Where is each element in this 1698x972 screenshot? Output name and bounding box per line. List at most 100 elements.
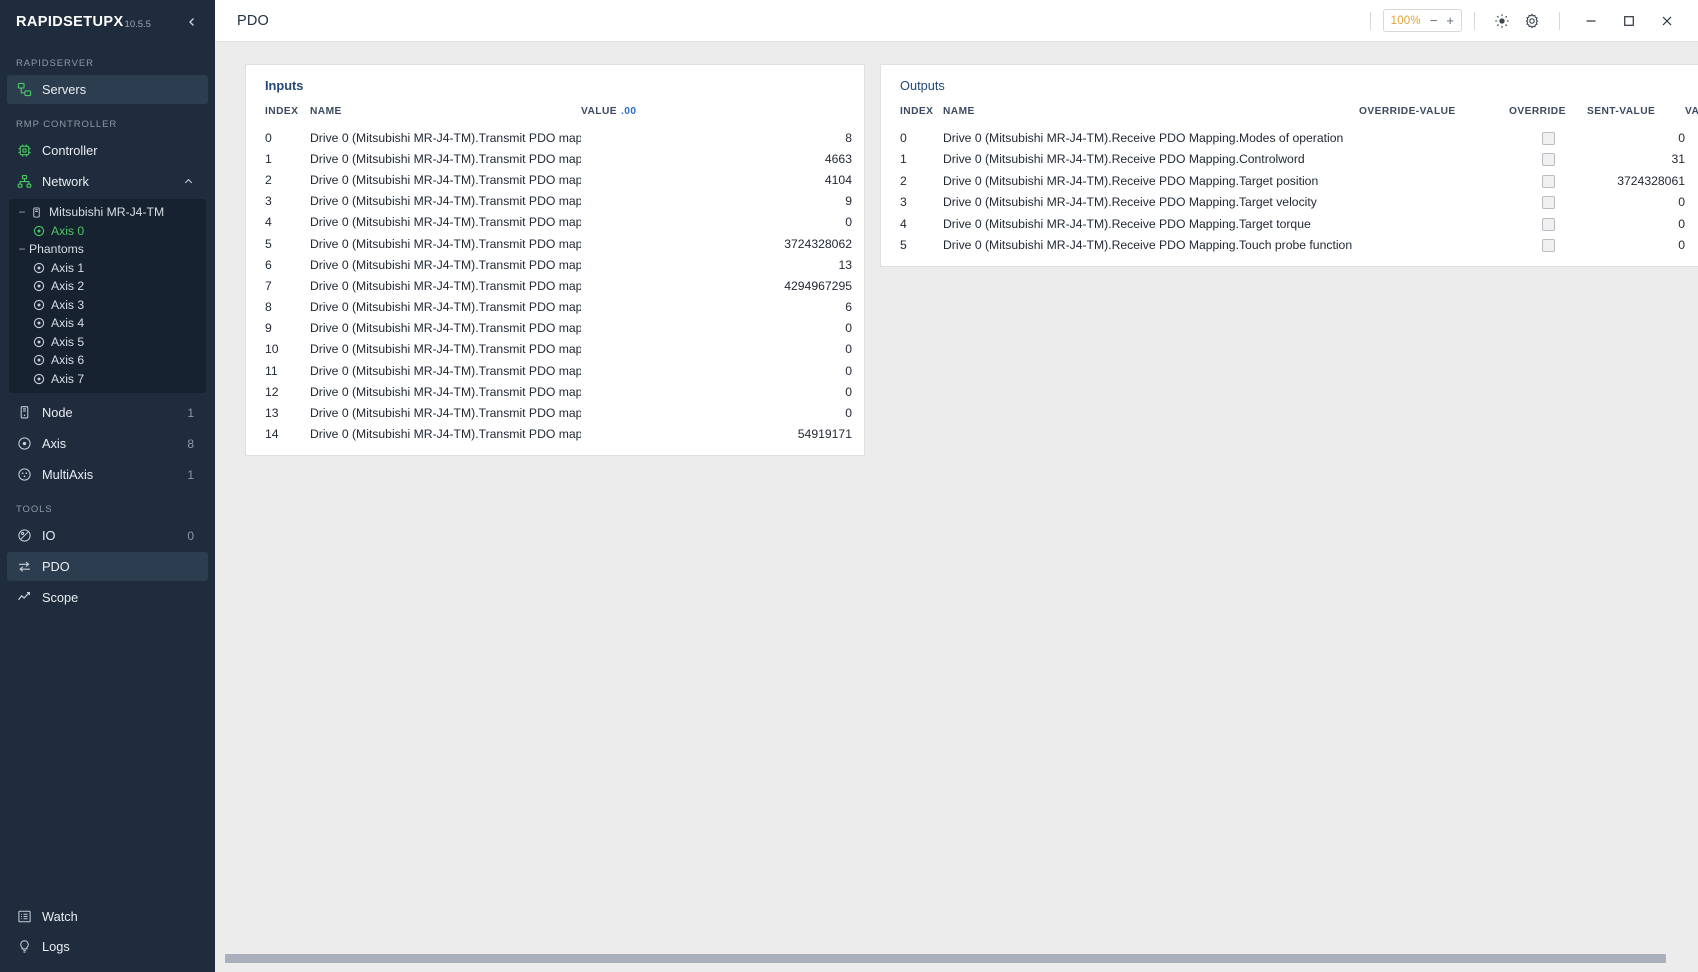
tree-toggle-icon[interactable]: −: [15, 205, 29, 219]
cell-value: 0: [845, 384, 852, 399]
sidebar-item-logs[interactable]: Logs: [7, 932, 208, 961]
column-header-override[interactable]: OVERRIDE: [1509, 106, 1587, 127]
table-row[interactable]: 2 Drive 0 (Mitsubishi MR-J4-TM).Receive …: [893, 170, 1698, 191]
minimize-button[interactable]: [1572, 6, 1610, 36]
tree-item-phantoms[interactable]: − Phantoms: [9, 240, 206, 259]
override-checkbox[interactable]: [1541, 131, 1555, 145]
gear-icon[interactable]: [1517, 7, 1547, 35]
tree-item-label: Axis 3: [51, 297, 85, 312]
column-header-value[interactable]: VALUE .00: [581, 106, 852, 127]
column-header-name[interactable]: NAME: [310, 106, 581, 127]
tree-item-axis-7[interactable]: Axis 7: [9, 370, 206, 389]
cell-index: 4: [265, 215, 272, 230]
table-row[interactable]: 9 Drive 0 (Mitsubishi MR-J4-TM).Transmit …: [258, 318, 852, 339]
sidebar-item-multiaxis[interactable]: MultiAxis 1: [7, 460, 208, 489]
horizontal-scrollbar-track[interactable]: [225, 954, 1688, 963]
cell-index: 11: [265, 363, 278, 378]
table-row[interactable]: 5 Drive 0 (Mitsubishi MR-J4-TM).Transmit …: [258, 233, 852, 254]
cell-name: Drive 0 (Mitsubishi MR-J4-TM).Transmit P…: [310, 406, 581, 421]
override-checkbox[interactable]: [1541, 196, 1555, 210]
table-row[interactable]: 8 Drive 0 (Mitsubishi MR-J4-TM).Transmit …: [258, 297, 852, 318]
table-header-row: INDEX NAME OVERRIDE-VALUE OVERRIDE SENT-…: [893, 106, 1698, 127]
cell-override-value[interactable]: [1359, 191, 1509, 212]
main-area: PDO 100% − + Inputs INDEX NAME VALUE .00…: [215, 0, 1698, 972]
chevron-left-icon[interactable]: [183, 13, 201, 31]
tree-item-axis-2[interactable]: Axis 2: [9, 277, 206, 296]
column-header-index[interactable]: INDEX: [893, 106, 943, 127]
cell-override-value[interactable]: [1359, 170, 1509, 191]
tree-item-axis-4[interactable]: Axis 4: [9, 314, 206, 333]
axis-dot-icon: [31, 297, 46, 312]
table-row[interactable]: 11 Drive 0 (Mitsubishi MR-J4-TM).Transmit…: [258, 360, 852, 381]
column-header-override-value[interactable]: OVERRIDE-VALUE: [1359, 106, 1509, 127]
tree-item-label: Axis 2: [51, 279, 85, 294]
cell-override-value[interactable]: [1359, 234, 1509, 255]
sidebar-item-network[interactable]: Network: [7, 167, 208, 196]
table-row[interactable]: 12 Drive 0 (Mitsubishi MR-J4-TM).Transmit…: [258, 381, 852, 402]
close-button[interactable]: [1648, 6, 1686, 36]
cell-index: 14: [265, 427, 279, 442]
zoom-in-button[interactable]: +: [1446, 14, 1454, 27]
sidebar-item-watch[interactable]: Watch: [7, 902, 208, 931]
cell-override-value[interactable]: [1359, 148, 1509, 169]
table-row[interactable]: 4 Drive 0 (Mitsubishi MR-J4-TM).Transmit …: [258, 212, 852, 233]
table-row[interactable]: 4 Drive 0 (Mitsubishi MR-J4-TM).Receive …: [893, 213, 1698, 234]
sidebar-item-label: Axis: [42, 436, 67, 451]
inputs-table: INDEX NAME VALUE .00 0 Drive 0 (Mitsubishi…: [258, 106, 852, 445]
horizontal-scrollbar-thumb[interactable]: [225, 954, 1667, 963]
divider: [1369, 11, 1371, 30]
column-header-sent-value[interactable]: SENT-VALUE: [1587, 106, 1685, 127]
tree-item-axis-0[interactable]: Axis 0: [9, 222, 206, 241]
cell-index: 1: [900, 152, 907, 167]
tree-item-axis-5[interactable]: Axis 5: [9, 333, 206, 352]
tree-item-axis-6[interactable]: Axis 6: [9, 351, 206, 370]
sidebar-item-io[interactable]: IO 0: [7, 521, 208, 550]
table-row[interactable]: 1 Drive 0 (Mitsubishi MR-J4-TM).Receive …: [893, 148, 1698, 169]
table-row[interactable]: 7 Drive 0 (Mitsubishi MR-J4-TM).Transmit …: [258, 275, 852, 296]
override-checkbox[interactable]: [1541, 153, 1555, 167]
table-row[interactable]: 3 Drive 0 (Mitsubishi MR-J4-TM).Receive …: [893, 191, 1698, 212]
tree-item-label: Axis 0: [51, 223, 85, 238]
table-row[interactable]: 3 Drive 0 (Mitsubishi MR-J4-TM).Transmit …: [258, 191, 852, 212]
sidebar-item-servers[interactable]: Servers: [7, 75, 208, 104]
table-row[interactable]: 6 Drive 0 (Mitsubishi MR-J4-TM).Transmit …: [258, 254, 852, 275]
cell-name: Drive 0 (Mitsubishi MR-J4-TM).Receive PD…: [943, 216, 1311, 231]
table-row[interactable]: 2 Drive 0 (Mitsubishi MR-J4-TM).Transmit …: [258, 169, 852, 190]
tree-toggle-icon[interactable]: −: [15, 242, 29, 256]
cell-name: Drive 0 (Mitsubishi MR-J4-TM).Transmit P…: [310, 342, 581, 357]
cell-sent-value: 0: [1678, 238, 1685, 253]
sidebar-item-label: Servers: [42, 82, 87, 97]
sidebar-item-label: PDO: [42, 559, 70, 574]
override-checkbox[interactable]: [1541, 174, 1555, 188]
value-format-badge[interactable]: .00: [621, 106, 637, 117]
table-row[interactable]: 14 Drive 0 (Mitsubishi MR-J4-TM).Transmit…: [258, 424, 852, 445]
sidebar-item-controller[interactable]: Controller: [7, 136, 208, 165]
sidebar-item-node[interactable]: Node 1: [7, 398, 208, 427]
tree-item-node[interactable]: − Mitsubishi MR-J4-TM: [9, 203, 206, 222]
sidebar-item-scope[interactable]: Scope: [7, 583, 208, 612]
chevron-up-icon[interactable]: [183, 176, 194, 187]
override-checkbox[interactable]: [1541, 217, 1555, 231]
zoom-out-button[interactable]: −: [1430, 14, 1438, 27]
sidebar-item-axis[interactable]: Axis 8: [7, 429, 208, 458]
table-row[interactable]: 13 Drive 0 (Mitsubishi MR-J4-TM).Transmit…: [258, 402, 852, 423]
override-checkbox[interactable]: [1541, 239, 1555, 253]
panels-container: Inputs INDEX NAME VALUE .00 0 Drive 0 (Mit…: [215, 64, 1698, 456]
sidebar-item-pdo[interactable]: PDO: [7, 552, 208, 581]
table-row[interactable]: 5 Drive 0 (Mitsubishi MR-J4-TM).Receive …: [893, 234, 1698, 255]
table-row[interactable]: 10 Drive 0 (Mitsubishi MR-J4-TM).Transmit…: [258, 339, 852, 360]
tree-item-axis-3[interactable]: Axis 3: [9, 296, 206, 315]
node-icon: [29, 205, 44, 220]
tree-item-axis-1[interactable]: Axis 1: [9, 259, 206, 278]
cell-override-value[interactable]: [1359, 127, 1509, 148]
maximize-button[interactable]: [1610, 6, 1648, 36]
cell-override-value[interactable]: [1359, 213, 1509, 234]
column-header-index[interactable]: INDEX: [258, 106, 310, 127]
column-header-name[interactable]: NAME: [943, 106, 1359, 127]
table-row[interactable]: 0 Drive 0 (Mitsubishi MR-J4-TM).Transmit …: [258, 127, 852, 148]
sun-icon[interactable]: [1487, 7, 1517, 35]
column-header-value[interactable]: VALUE: [1685, 106, 1698, 127]
table-row[interactable]: 0 Drive 0 (Mitsubishi MR-J4-TM).Receive …: [893, 127, 1698, 148]
table-row[interactable]: 1 Drive 0 (Mitsubishi MR-J4-TM).Transmit …: [258, 148, 852, 169]
sidebar-section-rapidserver-label: RAPIDSERVER: [16, 58, 94, 69]
